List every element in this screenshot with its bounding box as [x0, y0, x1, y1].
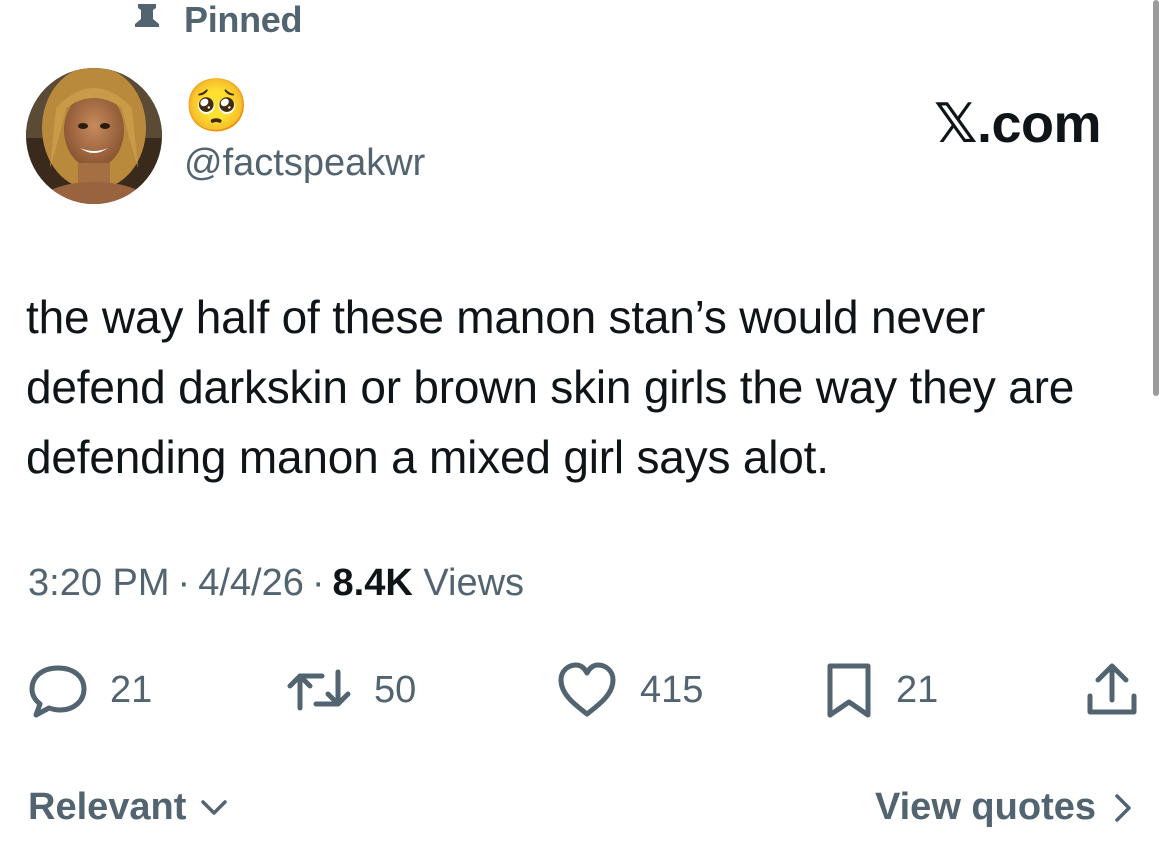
heart-icon [558, 662, 616, 717]
x-com-watermark: 𝕏.com [934, 94, 1102, 154]
meta-separator: · [311, 562, 325, 604]
author-handle[interactable]: @factspeakwr [184, 142, 425, 185]
pin-icon [135, 4, 159, 38]
pinned-label: Pinned [184, 0, 303, 40]
bookmark-count: 21 [896, 668, 939, 711]
pinned-indicator: Pinned [132, 0, 303, 40]
view-quotes-label: View quotes [874, 786, 1096, 828]
like-count: 415 [640, 668, 704, 711]
bookmark-button[interactable]: 21 [824, 660, 938, 720]
reply-button[interactable]: 21 [28, 660, 152, 720]
views-label[interactable]: Views [423, 562, 524, 604]
chevron-down-icon [201, 799, 228, 815]
meta-separator: · [177, 562, 191, 604]
like-button[interactable]: 415 [556, 660, 703, 720]
repost-count: 50 [374, 668, 417, 711]
author-display-name[interactable]: 🥺 [184, 76, 249, 136]
author-avatar[interactable] [26, 68, 162, 204]
reply-icon [29, 665, 87, 718]
share-button[interactable] [1084, 660, 1140, 720]
tweet-text: the way half of these manon stan’s would… [26, 291, 1075, 483]
views-count[interactable]: 8.4K [333, 562, 413, 604]
relevant-label: Relevant [28, 786, 187, 828]
tweet-time[interactable]: 3:20 PM [28, 562, 170, 604]
tweet-meta: 3:20 PM · 4/4/26 · 8.4K Views [28, 562, 524, 605]
tweet-actions: 21 50 415 21 [0, 660, 1170, 720]
bookmark-icon [827, 663, 871, 718]
view-quotes-link[interactable]: View quotes [875, 786, 1132, 829]
repost-icon [287, 669, 351, 711]
reply-count: 21 [110, 668, 153, 711]
sort-relevant-dropdown[interactable]: Relevant [28, 786, 228, 829]
tweet-date[interactable]: 4/4/26 [198, 562, 304, 604]
scrollbar[interactable] [1153, 0, 1159, 396]
repost-button[interactable]: 50 [286, 660, 416, 720]
chevron-right-icon [1115, 793, 1131, 822]
share-icon [1087, 663, 1137, 715]
